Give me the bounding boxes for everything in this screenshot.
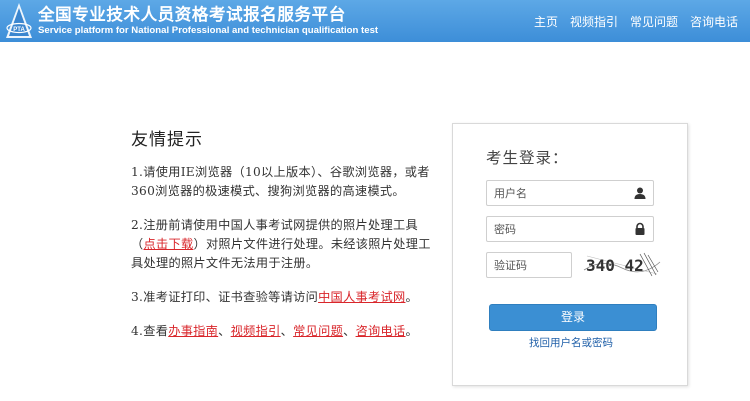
- captcha-image[interactable]: 340 42: [582, 250, 662, 278]
- username-field: [486, 180, 654, 206]
- nav-hotline[interactable]: 咨询电话: [690, 13, 738, 30]
- login-panel: 考生登录： 340 42 登录 找回用户名或密码: [452, 123, 688, 386]
- notice-item-3-text-b: 。: [405, 290, 418, 304]
- notice-item-2: 2.注册前请使用中国人事考试网提供的照片处理工具（点击下载）对照片文件进行处理。…: [131, 216, 441, 273]
- notice-item-3-text-a: 3.准考证打印、证书查验等请访问: [131, 290, 319, 304]
- user-icon: [634, 187, 646, 199]
- password-input[interactable]: [487, 217, 627, 241]
- nav-faq[interactable]: 常见问题: [630, 13, 678, 30]
- notice-item-4: 4.查看办事指南、视频指引、常见问题、咨询电话。: [131, 322, 441, 341]
- video-guide-link[interactable]: 视频指引: [231, 324, 281, 338]
- login-title: 考生登录：: [486, 149, 569, 167]
- nav-video-guide[interactable]: 视频指引: [570, 13, 618, 30]
- notice-item-1: 1.请使用IE浏览器（10以上版本）、谷歌浏览器，或者360浏览器的极速模式、搜…: [131, 163, 441, 201]
- nav-home[interactable]: 主页: [534, 13, 558, 30]
- captcha-text: 340 42: [586, 256, 644, 275]
- pta-logo-icon: PTA: [6, 3, 32, 38]
- notice-panel: 友情提示 1.请使用IE浏览器（10以上版本）、谷歌浏览器，或者360浏览器的极…: [131, 125, 441, 356]
- cpta-website-link[interactable]: 中国人事考试网: [318, 290, 405, 304]
- password-field: [486, 216, 654, 242]
- top-nav: 主页 视频指引 常见问题 咨询电话: [534, 13, 738, 30]
- hotline-link[interactable]: 咨询电话: [356, 324, 406, 338]
- username-input[interactable]: [487, 181, 627, 205]
- period: 。: [405, 324, 419, 338]
- separator: 、: [218, 324, 231, 338]
- captcha-input[interactable]: [487, 253, 567, 277]
- find-account-link[interactable]: 找回用户名或密码: [453, 335, 689, 350]
- separator: 、: [280, 324, 294, 338]
- notice-item-3: 3.准考证打印、证书查验等请访问中国人事考试网。: [131, 288, 441, 307]
- notice-title: 友情提示: [131, 130, 203, 150]
- top-header: PTA 全国专业技术人员资格考试报名服务平台 Service platform …: [0, 0, 750, 42]
- notice-item-1-text: 1.请使用IE浏览器（10以上版本）、谷歌浏览器，或者360浏览器的极速模式、搜…: [131, 165, 430, 198]
- site-title: 全国专业技术人员资格考试报名服务平台: [38, 5, 346, 24]
- lock-icon: [635, 222, 645, 235]
- faq-link[interactable]: 常见问题: [293, 324, 343, 338]
- site-subtitle: Service platform for National Profession…: [38, 25, 379, 36]
- guide-link[interactable]: 办事指南: [168, 324, 218, 338]
- captcha-field: [486, 252, 572, 278]
- login-button[interactable]: 登录: [489, 304, 657, 331]
- notice-item-4-text-a: 4.查看: [131, 324, 169, 338]
- separator: 、: [343, 324, 356, 338]
- logo-text: PTA: [13, 27, 25, 33]
- download-tool-link[interactable]: 点击下载: [144, 237, 194, 251]
